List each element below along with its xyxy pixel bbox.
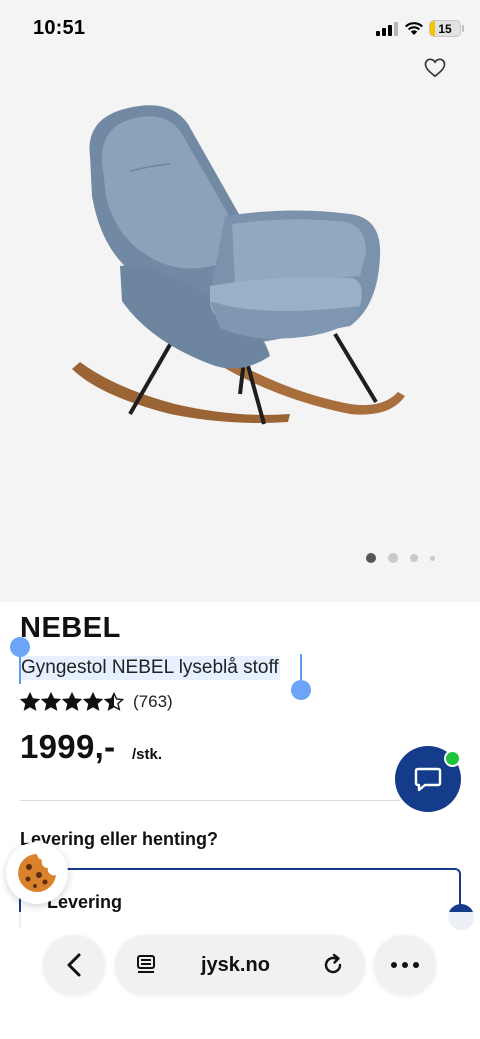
gallery-dot[interactable] <box>410 554 418 562</box>
selection-knob-end[interactable] <box>291 680 311 700</box>
selection-knob-start[interactable] <box>10 637 30 657</box>
favorite-heart-icon[interactable] <box>424 58 446 78</box>
rocking-chair-image <box>72 105 405 425</box>
section-divider <box>20 800 400 801</box>
gallery-dot[interactable] <box>366 553 376 563</box>
star-icon <box>41 692 61 711</box>
star-icon <box>20 692 40 711</box>
product-gallery[interactable] <box>0 56 480 602</box>
cookie-icon <box>18 854 56 892</box>
product-title: NEBEL <box>20 612 121 644</box>
back-button[interactable] <box>43 935 105 995</box>
gallery-dot[interactable] <box>430 555 435 561</box>
gallery-pagination[interactable] <box>366 550 447 566</box>
cellular-signal-icon <box>376 22 398 36</box>
review-count[interactable]: (763) <box>133 692 173 712</box>
more-button[interactable] <box>374 935 436 995</box>
url-text[interactable]: jysk.no <box>201 954 270 977</box>
online-status-dot <box>444 750 461 767</box>
status-time: 10:51 <box>33 17 86 39</box>
address-bar[interactable]: jysk.no <box>115 935 365 995</box>
product-rating[interactable]: (763) <box>20 692 173 712</box>
chat-bubble-icon <box>414 767 442 792</box>
star-icon <box>104 692 124 711</box>
back-icon <box>67 953 81 977</box>
cookie-consent-button[interactable] <box>6 842 68 904</box>
price-unit: /stk. <box>132 746 163 763</box>
battery-indicator: 15 <box>429 20 461 37</box>
rating-stars <box>20 692 125 712</box>
battery-level: 15 <box>438 22 452 36</box>
star-icon <box>62 692 82 711</box>
reload-icon[interactable] <box>321 953 345 977</box>
reader-icon[interactable] <box>135 954 157 976</box>
more-icon <box>391 962 419 968</box>
battery-cap <box>462 25 464 32</box>
wifi-icon <box>405 22 423 35</box>
product-price: 1999,- <box>20 728 116 765</box>
status-bar: 10:51 15 <box>0 0 480 56</box>
gallery-dot[interactable] <box>388 553 398 563</box>
star-icon <box>83 692 103 711</box>
product-description: Gyngestol NEBEL lyseblå stoff <box>20 656 280 680</box>
